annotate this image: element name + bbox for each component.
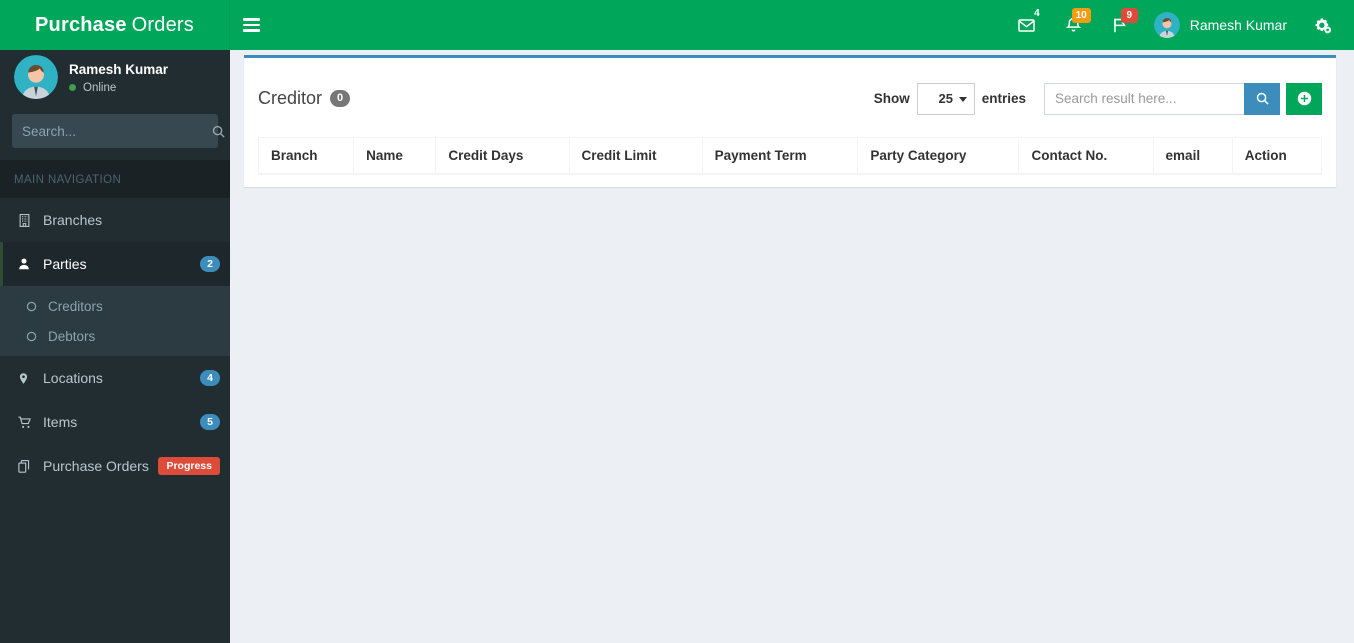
column-header-credit-days[interactable]: Credit Days <box>435 137 570 175</box>
sidebar-subitem-label: Creditors <box>48 298 103 314</box>
sidebar-item-label: Items <box>43 414 78 430</box>
sidebar-toggle-button[interactable] <box>230 0 272 50</box>
sidebar-item-parties[interactable]: Parties 2 <box>0 242 230 286</box>
tasks-count-badge: 9 <box>1120 8 1138 23</box>
page-title: Creditor 0 <box>258 88 351 109</box>
box-body: Branch Name Credit Days Credit Limit Pay… <box>244 137 1336 187</box>
shopping-cart-icon <box>17 415 39 430</box>
add-creditor-button[interactable] <box>1286 82 1322 115</box>
page-title-text: Creditor <box>258 88 323 108</box>
sidebar-search-input[interactable] <box>12 123 209 139</box>
datatable-length-control: Show 25 entries <box>873 82 1026 115</box>
user-menu-button[interactable]: Ramesh Kumar <box>1144 0 1299 50</box>
notifications-menu-button[interactable]: 10 <box>1050 0 1097 50</box>
sidebar-item-label: Branches <box>43 212 103 228</box>
column-header-action[interactable]: Action <box>1231 137 1323 175</box>
sidebar-item-debtors[interactable]: Debtors <box>0 321 230 351</box>
plus-circle-icon <box>1297 91 1311 106</box>
datatable-search-group <box>1044 82 1322 115</box>
files-icon <box>17 459 39 474</box>
creditor-table: Branch Name Credit Days Credit Limit Pay… <box>257 137 1323 175</box>
logo-light-text: Orders <box>131 13 194 36</box>
column-header-payment-term[interactable]: Payment Term <box>701 137 859 175</box>
logo-bold-text: Purchase <box>35 13 127 36</box>
map-pin-icon <box>17 371 39 386</box>
main-sidebar: Ramesh Kumar Online MAIN NAVIGATION Bran… <box>0 50 230 643</box>
top-navbar: Purchase Orders 4 10 9 Ramesh Kumar <box>0 0 1354 50</box>
tasks-menu-button[interactable]: 9 <box>1097 0 1144 50</box>
sidebar-item-badge: Progress <box>158 456 220 476</box>
sidebar-subitem-label: Debtors <box>48 328 96 344</box>
sidebar-item-branches[interactable]: Branches <box>0 198 230 242</box>
sidebar-avatar <box>14 55 58 99</box>
entries-label: entries <box>981 91 1026 106</box>
page-length-select[interactable]: 25 <box>916 82 975 115</box>
sidebar-item-label: Purchase Orders <box>43 458 149 474</box>
hamburger-icon <box>242 15 260 35</box>
sidebar-nav-header: MAIN NAVIGATION <box>0 160 230 198</box>
creditor-box: Creditor 0 Show 25 entries Search result… <box>244 55 1336 187</box>
building-icon <box>17 213 39 228</box>
column-header-name[interactable]: Name <box>353 137 437 175</box>
navbar-body: 4 10 9 Ramesh Kumar <box>230 0 1354 50</box>
sidebar-submenu-parties: Creditors Debtors <box>0 286 230 356</box>
navbar-user-name: Ramesh Kumar <box>1189 17 1287 33</box>
notifications-count-badge: 10 <box>1071 8 1091 23</box>
sidebar-item-badge: 5 <box>200 413 220 431</box>
app-logo[interactable]: Purchase Orders <box>0 0 230 50</box>
sidebar-item-badge: 2 <box>200 255 220 273</box>
search-icon <box>1256 92 1269 105</box>
box-header: Creditor 0 Show 25 entries <box>244 58 1336 137</box>
circle-o-icon <box>26 331 44 342</box>
column-header-party-category[interactable]: Party Category <box>857 137 1020 175</box>
circle-o-icon <box>26 301 44 312</box>
sidebar-item-purchase-orders[interactable]: Purchase Orders Progress <box>0 444 230 488</box>
sidebar-user-status: Online <box>69 82 168 94</box>
user-icon <box>17 257 39 271</box>
online-status-icon <box>69 84 76 91</box>
search-input[interactable] <box>1044 82 1244 115</box>
record-count-badge: 0 <box>330 90 351 107</box>
sidebar-user-panel: Ramesh Kumar Online <box>0 50 230 104</box>
column-header-branch[interactable]: Branch <box>257 137 355 175</box>
sidebar-item-label: Parties <box>43 256 87 272</box>
envelope-icon <box>1017 18 1035 32</box>
sidebar-item-badge: 4 <box>200 369 220 387</box>
content-wrapper: Creditor 0 Show 25 entries Search result… <box>230 50 1354 643</box>
sidebar-item-creditors[interactable]: Creditors <box>0 291 230 321</box>
sidebar-item-label: Locations <box>43 370 103 386</box>
page-length-value: 25 <box>938 91 953 106</box>
navbar-avatar <box>1153 12 1180 38</box>
table-header-row: Branch Name Credit Days Credit Limit Pay… <box>257 137 1323 175</box>
messages-count-badge: 4 <box>1034 8 1040 19</box>
sidebar-user-info: Ramesh Kumar Online <box>69 61 168 94</box>
control-sidebar-toggle-button[interactable] <box>1299 0 1346 50</box>
show-label: Show <box>873 91 910 106</box>
sidebar-user-name: Ramesh Kumar <box>69 61 169 77</box>
messages-menu-button[interactable]: 4 <box>1003 0 1050 50</box>
table-head: Branch Name Credit Days Credit Limit Pay… <box>257 137 1323 175</box>
sidebar-user-status-label: Online <box>83 81 117 94</box>
chevron-down-icon <box>958 96 967 102</box>
search-button[interactable] <box>1244 82 1280 115</box>
column-header-credit-limit[interactable]: Credit Limit <box>568 137 703 175</box>
sidebar-item-items[interactable]: Items 5 <box>0 400 230 444</box>
sidebar-search-form[interactable] <box>12 114 225 148</box>
navbar-right-menu: 4 10 9 Ramesh Kumar <box>1003 0 1354 50</box>
gears-icon <box>1315 17 1332 33</box>
column-header-email[interactable]: email <box>1152 137 1233 175</box>
box-tools: Show 25 entries <box>873 82 1322 115</box>
sidebar-item-locations[interactable]: Locations 4 <box>0 356 230 400</box>
column-header-contact-no[interactable]: Contact No. <box>1018 137 1154 175</box>
